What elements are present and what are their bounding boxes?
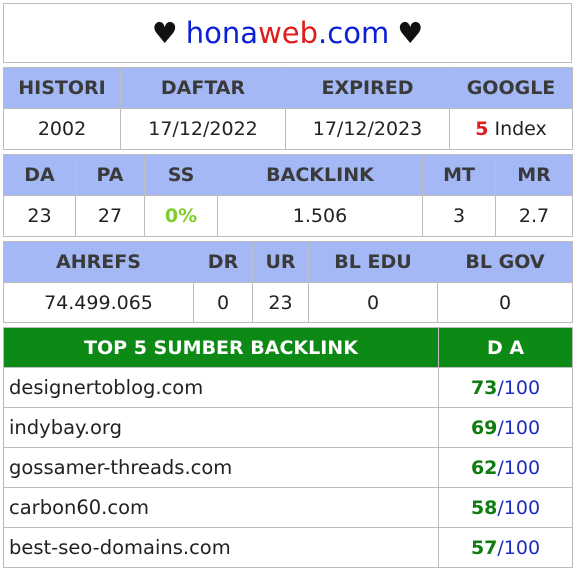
col-histori: HISTORI [3, 67, 121, 109]
value-google: 5 Index [449, 108, 573, 150]
google-index-count: 5 [475, 118, 489, 140]
col-ss: SS [144, 154, 218, 196]
value-bl-gov: 0 [437, 282, 573, 323]
col-google: GOOGLE [449, 67, 573, 109]
col-mr: MR [495, 154, 573, 196]
da-value: 57 [470, 536, 498, 559]
backlink-da: 58/100 [438, 487, 573, 528]
da-max: /100 [497, 496, 541, 519]
backlink-da: 62/100 [438, 447, 573, 488]
col-ur: UR [252, 241, 309, 283]
table-row: gossamer-threads.com 62/100 [3, 447, 573, 488]
da-value: 62 [470, 456, 498, 479]
da-value: 58 [470, 496, 498, 519]
col-bl-gov: BL GOV [437, 241, 573, 283]
da-value: 69 [470, 416, 498, 439]
col-expired: EXPIRED [285, 67, 450, 109]
col-backlink: BACKLINK [217, 154, 423, 196]
top-da-title: D A [438, 327, 573, 368]
top-backlinks-title: TOP 5 SUMBER BACKLINK [3, 327, 439, 368]
backlink-da: 69/100 [438, 407, 573, 448]
backlink-domain[interactable]: designertoblog.com [3, 367, 439, 408]
col-pa: PA [75, 154, 145, 196]
brand-part-tld: .com [318, 16, 390, 50]
col-daftar: DAFTAR [120, 67, 286, 109]
value-da: 23 [3, 195, 76, 237]
value-ur: 23 [252, 282, 309, 323]
metrics-table: DA PA SS BACKLINK MT MR 23 27 0% 1.506 3… [3, 154, 573, 237]
table-row: best-seo-domains.com 57/100 [3, 527, 573, 568]
backlink-domain[interactable]: indybay.org [3, 407, 439, 448]
col-dr: DR [193, 241, 253, 283]
backlink-da: 73/100 [438, 367, 573, 408]
brand-part-hona: hona [185, 16, 259, 50]
history-table: HISTORI DAFTAR EXPIRED GOOGLE 2002 17/12… [3, 67, 573, 150]
table-row: designertoblog.com 73/100 [3, 367, 573, 408]
ahrefs-table: AHREFS DR UR BL EDU BL GOV 74.499.065 0 … [3, 241, 573, 323]
value-ss: 0% [144, 195, 218, 237]
value-mt: 3 [422, 195, 496, 237]
heart-icon: ♥ [397, 16, 424, 50]
col-ahrefs: AHREFS [3, 241, 194, 283]
da-max: /100 [497, 536, 541, 559]
value-backlink: 1.506 [217, 195, 423, 237]
da-max: /100 [497, 456, 541, 479]
brand-part-web: web [258, 16, 319, 50]
da-max: /100 [497, 416, 541, 439]
col-da: DA [3, 154, 76, 196]
value-ahrefs: 74.499.065 [3, 282, 194, 323]
value-dr: 0 [193, 282, 253, 323]
backlink-da: 57/100 [438, 527, 573, 568]
da-max: /100 [497, 376, 541, 399]
value-daftar: 17/12/2022 [120, 108, 286, 150]
heart-icon: ♥ [151, 16, 178, 50]
site-title: ♥ hona web .com ♥ [3, 3, 572, 63]
value-expired: 17/12/2023 [285, 108, 450, 150]
col-bl-edu: BL EDU [308, 241, 438, 283]
col-mt: MT [422, 154, 496, 196]
value-pa: 27 [75, 195, 145, 237]
backlink-domain[interactable]: best-seo-domains.com [3, 527, 439, 568]
backlink-domain[interactable]: carbon60.com [3, 487, 439, 528]
backlink-domain[interactable]: gossamer-threads.com [3, 447, 439, 488]
value-bl-edu: 0 [308, 282, 438, 323]
table-row: indybay.org 69/100 [3, 407, 573, 448]
value-histori: 2002 [3, 108, 121, 150]
value-mr: 2.7 [495, 195, 573, 237]
google-index-label: Index [488, 118, 547, 140]
top-backlinks-table: TOP 5 SUMBER BACKLINK D A designertoblog… [3, 327, 573, 568]
da-value: 73 [470, 376, 498, 399]
table-row: carbon60.com 58/100 [3, 487, 573, 528]
